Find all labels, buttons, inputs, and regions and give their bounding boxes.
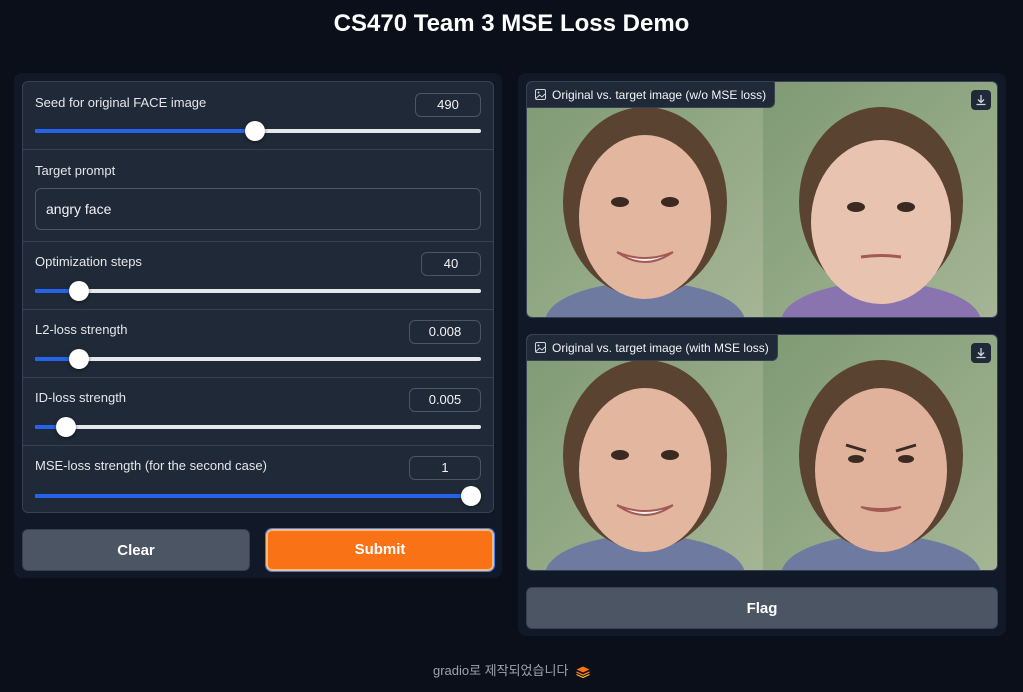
steps-number-input[interactable]: 40 xyxy=(421,252,481,276)
flag-button[interactable]: Flag xyxy=(526,587,998,629)
clear-button[interactable]: Clear xyxy=(22,529,250,571)
seed-block: Seed for original FACE image 490 xyxy=(23,82,493,150)
l2-number-input[interactable]: 0.008 xyxy=(409,320,481,344)
face-comparison-image xyxy=(527,335,997,570)
seed-number-input[interactable]: 490 xyxy=(415,93,481,117)
seed-label: Seed for original FACE image xyxy=(35,95,207,110)
mse-block: MSE-loss strength (for the second case) … xyxy=(23,446,493,512)
output-label-text: Original vs. target image (w/o MSE loss) xyxy=(552,87,767,102)
mse-slider[interactable] xyxy=(35,486,482,506)
download-button[interactable] xyxy=(971,90,991,110)
l2-block: L2-loss strength 0.008 xyxy=(23,310,493,378)
id-block: ID-loss strength 0.005 xyxy=(23,378,493,446)
steps-slider-thumb[interactable] xyxy=(68,281,89,301)
prompt-block: Target prompt angry face xyxy=(23,150,493,242)
mse-slider-thumb[interactable] xyxy=(461,486,482,506)
id-number-input[interactable]: 0.005 xyxy=(409,388,481,412)
download-button[interactable] xyxy=(971,343,991,363)
output-label-without-mse: Original vs. target image (w/o MSE loss) xyxy=(527,82,776,108)
page-title: CS470 Team 3 MSE Loss Demo xyxy=(333,10,690,37)
download-icon xyxy=(976,348,986,359)
l2-slider-thumb[interactable] xyxy=(68,349,89,369)
image-icon xyxy=(535,342,546,353)
image-icon xyxy=(535,89,546,100)
seed-slider-fill xyxy=(35,129,255,133)
prompt-input[interactable]: angry face xyxy=(35,188,481,230)
steps-label: Optimization steps xyxy=(35,254,142,269)
face-comparison-image xyxy=(527,82,997,317)
id-slider[interactable] xyxy=(35,417,481,437)
controls-form: Seed for original FACE image 490 Target … xyxy=(22,81,494,513)
output-panel: Original vs. target image (w/o MSE loss) xyxy=(518,73,1006,636)
seed-slider[interactable] xyxy=(35,121,481,141)
output-label-text: Original vs. target image (with MSE loss… xyxy=(552,340,769,355)
prompt-label: Target prompt xyxy=(35,163,116,178)
mse-slider-fill xyxy=(35,494,472,498)
output-image-without-mse: Original vs. target image (w/o MSE loss) xyxy=(526,81,998,318)
output-image-with-mse: Original vs. target image (with MSE loss… xyxy=(526,334,998,571)
gradio-logo-icon xyxy=(576,666,590,678)
submit-button[interactable]: Submit xyxy=(265,528,495,572)
input-panel: Seed for original FACE image 490 Target … xyxy=(14,73,502,578)
id-label: ID-loss strength xyxy=(35,390,127,405)
download-icon xyxy=(976,95,986,106)
seed-slider-thumb[interactable] xyxy=(244,121,265,141)
footer-text[interactable]: gradio로 제작되었습니다 xyxy=(433,663,568,678)
steps-slider[interactable] xyxy=(35,281,481,301)
output-label-with-mse: Original vs. target image (with MSE loss… xyxy=(527,335,778,361)
id-slider-thumb[interactable] xyxy=(55,417,76,437)
l2-label: L2-loss strength xyxy=(35,322,128,337)
l2-slider[interactable] xyxy=(35,349,481,369)
mse-label: MSE-loss strength (for the second case) xyxy=(35,458,267,473)
footer: gradio로 제작되었습니다 xyxy=(0,660,1023,679)
steps-block: Optimization steps 40 xyxy=(23,242,493,310)
mse-number-input[interactable]: 1 xyxy=(409,456,481,480)
